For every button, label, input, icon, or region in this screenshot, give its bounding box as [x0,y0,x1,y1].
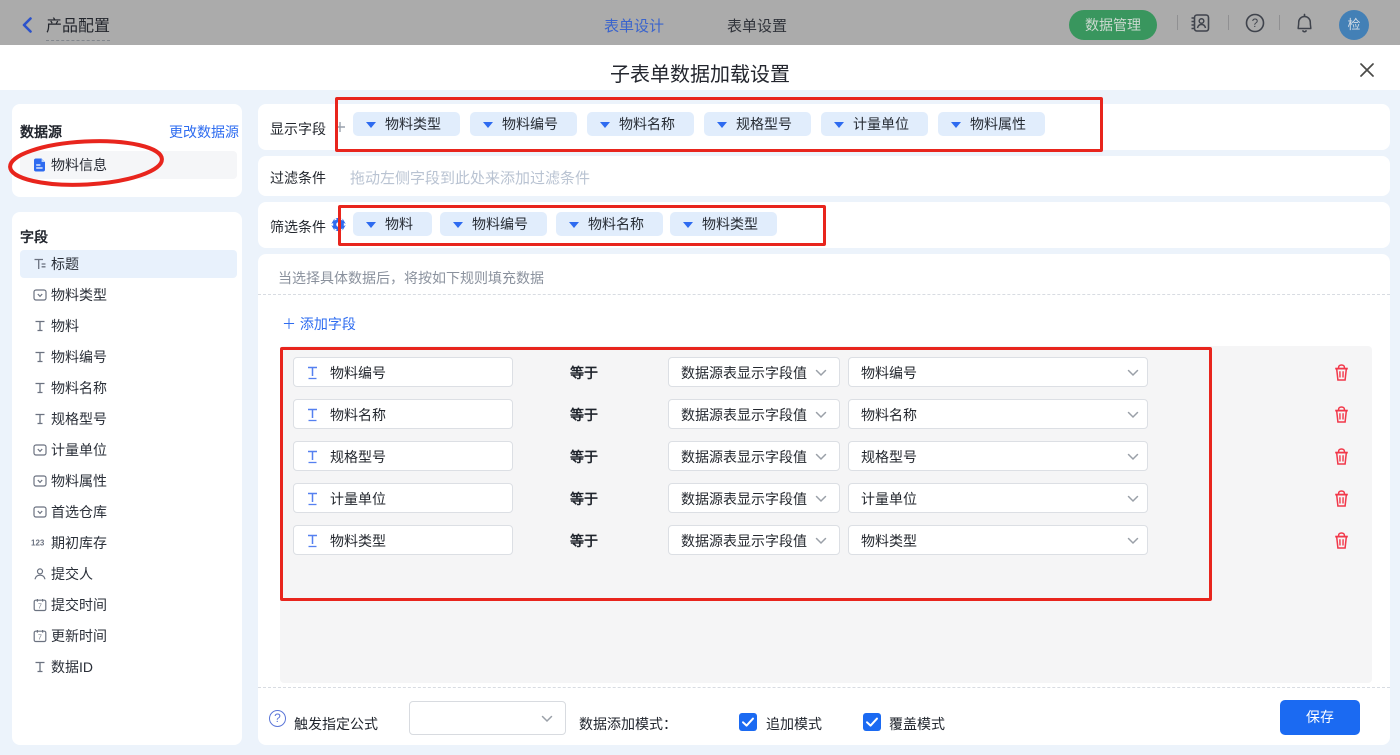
svg-text:?: ? [1252,18,1258,30]
svg-text:7: 7 [38,604,42,611]
svg-text:7: 7 [38,635,42,642]
